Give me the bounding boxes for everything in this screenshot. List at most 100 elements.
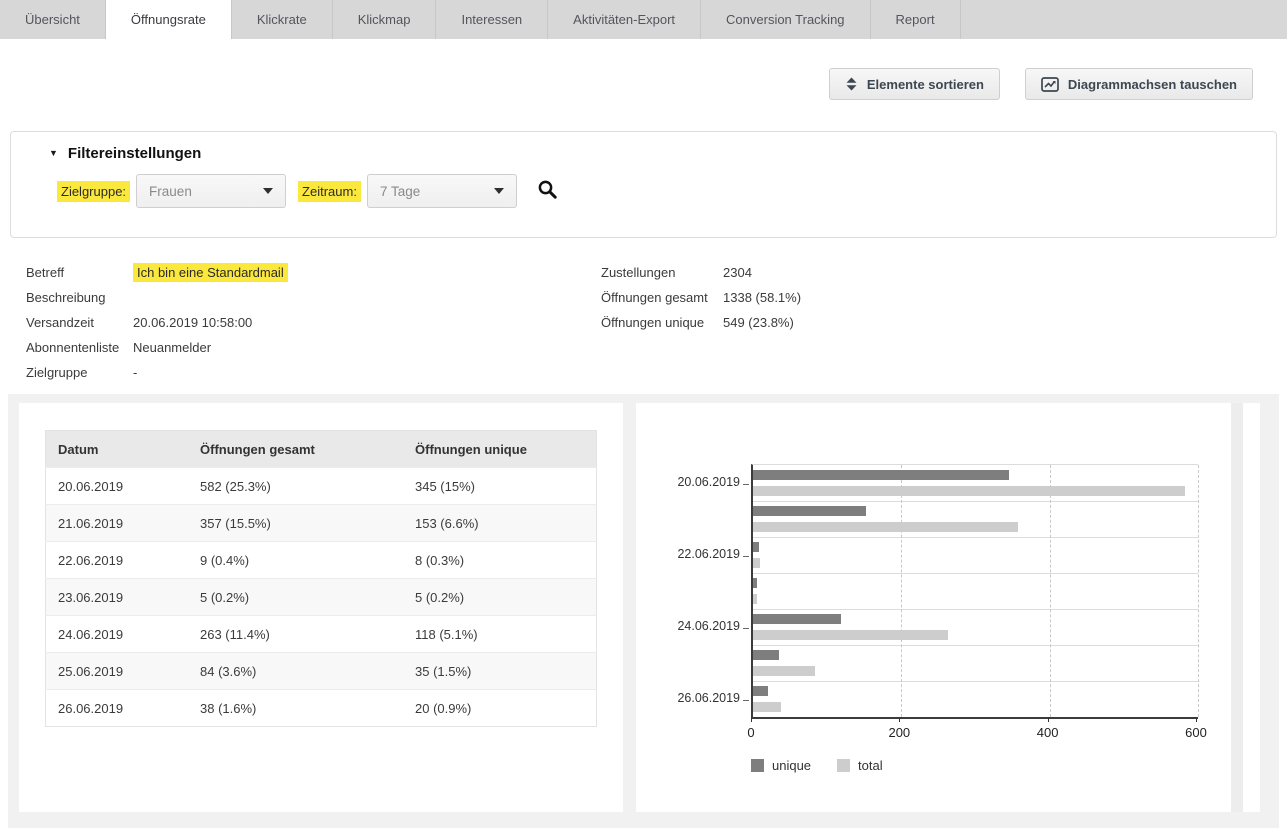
search-button[interactable] xyxy=(537,179,558,203)
table-cell: 20 (0.9%) xyxy=(403,690,597,727)
chart-legend: unique total xyxy=(751,758,883,773)
stat-value: 549 (23.8%) xyxy=(723,315,794,330)
detail-value: 20.06.2019 10:58:00 xyxy=(133,315,252,330)
detail-value: Neuanmelder xyxy=(133,340,211,355)
table-row: 22.06.20199 (0.4%)8 (0.3%) xyxy=(46,542,597,579)
scrollbar[interactable] xyxy=(1231,403,1243,812)
table-cell: 35 (1.5%) xyxy=(403,653,597,690)
details-area: BetreffIch bin eine Standardmail Beschrei… xyxy=(0,260,1287,385)
swap-chart-axes-button[interactable]: Diagrammachsen tauschen xyxy=(1025,68,1253,100)
bar-unique xyxy=(753,614,841,624)
opens-table: DatumÖffnungen gesamtÖffnungen unique 20… xyxy=(45,430,597,727)
opens-table-head: DatumÖffnungen gesamtÖffnungen unique xyxy=(46,431,597,468)
legend-label: total xyxy=(858,758,883,773)
chart-y-label: 22.06.2019 xyxy=(640,545,740,563)
mail-details: BetreffIch bin eine Standardmail Beschrei… xyxy=(26,260,601,385)
table-row: 26.06.201938 (1.6%)20 (0.9%) xyxy=(46,690,597,727)
bar-unique xyxy=(753,542,759,552)
results-panels: DatumÖffnungen gesamtÖffnungen unique 20… xyxy=(8,394,1279,828)
bar-total xyxy=(753,522,1018,532)
stat-row: Zustellungen2304 xyxy=(601,260,801,285)
opens-table-body: 20.06.2019582 (25.3%)345 (15%)21.06.2019… xyxy=(46,468,597,727)
filter-panel: ▼ Filtereinstellungen Zielgruppe: Frauen… xyxy=(10,131,1277,238)
tab-öffnungsrate[interactable]: Öffnungsrate xyxy=(106,0,232,39)
table-cell: 5 (0.2%) xyxy=(188,579,403,616)
zielgruppe-select[interactable]: Frauen xyxy=(136,174,286,208)
chart-x-label: 400 xyxy=(1037,725,1059,740)
bar-total xyxy=(753,594,757,604)
stat-value: 2304 xyxy=(723,265,752,280)
chevron-down-icon xyxy=(263,188,273,194)
chart-group xyxy=(753,501,1198,538)
table-row: 23.06.20195 (0.2%)5 (0.2%) xyxy=(46,579,597,616)
detail-row: Versandzeit20.06.2019 10:58:00 xyxy=(26,310,601,335)
chart-group xyxy=(753,465,1198,502)
table-cell: 22.06.2019 xyxy=(46,542,189,579)
table-cell: 20.06.2019 xyxy=(46,468,189,505)
y-tick xyxy=(743,628,749,629)
x-tick xyxy=(751,717,752,722)
zeitraum-selected-value: 7 Tage xyxy=(380,184,420,199)
toolbar: Elemente sortieren Diagrammachsen tausch… xyxy=(0,68,1287,100)
chart-group xyxy=(753,609,1198,646)
line-chart-icon xyxy=(1041,77,1059,92)
mail-stats: Zustellungen2304Öffnungen gesamt1338 (58… xyxy=(601,260,801,385)
detail-value: Ich bin eine Standardmail xyxy=(133,263,288,282)
legend-label: unique xyxy=(772,758,811,773)
table-row: 25.06.201984 (3.6%)35 (1.5%) xyxy=(46,653,597,690)
tab-klickmap[interactable]: Klickmap xyxy=(333,0,437,39)
opens-chart-card: unique total 20.06.2019 22.06.2019 24.06.20… xyxy=(636,403,1260,812)
detail-row: BetreffIch bin eine Standardmail xyxy=(26,260,601,285)
opens-table-card: DatumÖffnungen gesamtÖffnungen unique 20… xyxy=(19,403,623,812)
chart-group xyxy=(753,681,1198,717)
table-cell: 26.06.2019 xyxy=(46,690,189,727)
sort-elements-button[interactable]: Elemente sortieren xyxy=(829,68,1000,100)
column-header-öffnungen-gesamt: Öffnungen gesamt xyxy=(188,431,403,468)
table-cell: 9 (0.4%) xyxy=(188,542,403,579)
main-content: Elemente sortieren Diagrammachsen tausch… xyxy=(0,39,1287,394)
table-cell: 357 (15.5%) xyxy=(188,505,403,542)
tab-aktivitäten-export[interactable]: Aktivitäten-Export xyxy=(548,0,701,39)
chart-x-label: 0 xyxy=(747,725,754,740)
detail-value: - xyxy=(133,365,137,380)
detail-label: Zielgruppe xyxy=(26,365,133,380)
table-cell: 24.06.2019 xyxy=(46,616,189,653)
chart-y-label: 26.06.2019 xyxy=(640,689,740,707)
legend-item-unique: unique xyxy=(751,758,811,773)
chart-group xyxy=(753,537,1198,574)
detail-label: Beschreibung xyxy=(26,290,133,305)
legend-swatch xyxy=(751,759,764,772)
chart-group xyxy=(753,645,1198,682)
table-row: 20.06.2019582 (25.3%)345 (15%) xyxy=(46,468,597,505)
bar-unique xyxy=(753,650,779,660)
table-cell: 38 (1.6%) xyxy=(188,690,403,727)
stat-row: Öffnungen gesamt1338 (58.1%) xyxy=(601,285,801,310)
bar-total xyxy=(753,702,781,712)
swap-chart-axes-label: Diagrammachsen tauschen xyxy=(1068,77,1237,92)
table-cell: 263 (11.4%) xyxy=(188,616,403,653)
chart-x-label: 600 xyxy=(1185,725,1207,740)
tab-report[interactable]: Report xyxy=(871,0,961,39)
chart-plot xyxy=(751,464,1198,719)
bar-unique xyxy=(753,470,1009,480)
tab-conversion-tracking[interactable]: Conversion Tracking xyxy=(701,0,871,39)
search-icon xyxy=(537,179,558,203)
chart-y-label: 20.06.2019 xyxy=(640,473,740,491)
chart-group xyxy=(753,573,1198,610)
tab-klickrate[interactable]: Klickrate xyxy=(232,0,333,39)
table-cell: 21.06.2019 xyxy=(46,505,189,542)
y-tick xyxy=(743,700,749,701)
detail-label: Versandzeit xyxy=(26,315,133,330)
x-tick xyxy=(1048,717,1049,722)
tab-interessen[interactable]: Interessen xyxy=(436,0,548,39)
x-tick xyxy=(1196,717,1197,722)
bar-unique xyxy=(753,578,757,588)
chart-y-label: 24.06.2019 xyxy=(640,617,740,635)
zielgruppe-label: Zielgruppe: xyxy=(57,181,130,202)
filter-settings-toggle[interactable]: ▼ Filtereinstellungen xyxy=(11,145,1276,162)
filter-settings-title: Filtereinstellungen xyxy=(68,145,201,162)
tab-übersicht[interactable]: Übersicht xyxy=(0,0,106,39)
bar-total xyxy=(753,486,1185,496)
table-cell: 23.06.2019 xyxy=(46,579,189,616)
zeitraum-select[interactable]: 7 Tage xyxy=(367,174,517,208)
